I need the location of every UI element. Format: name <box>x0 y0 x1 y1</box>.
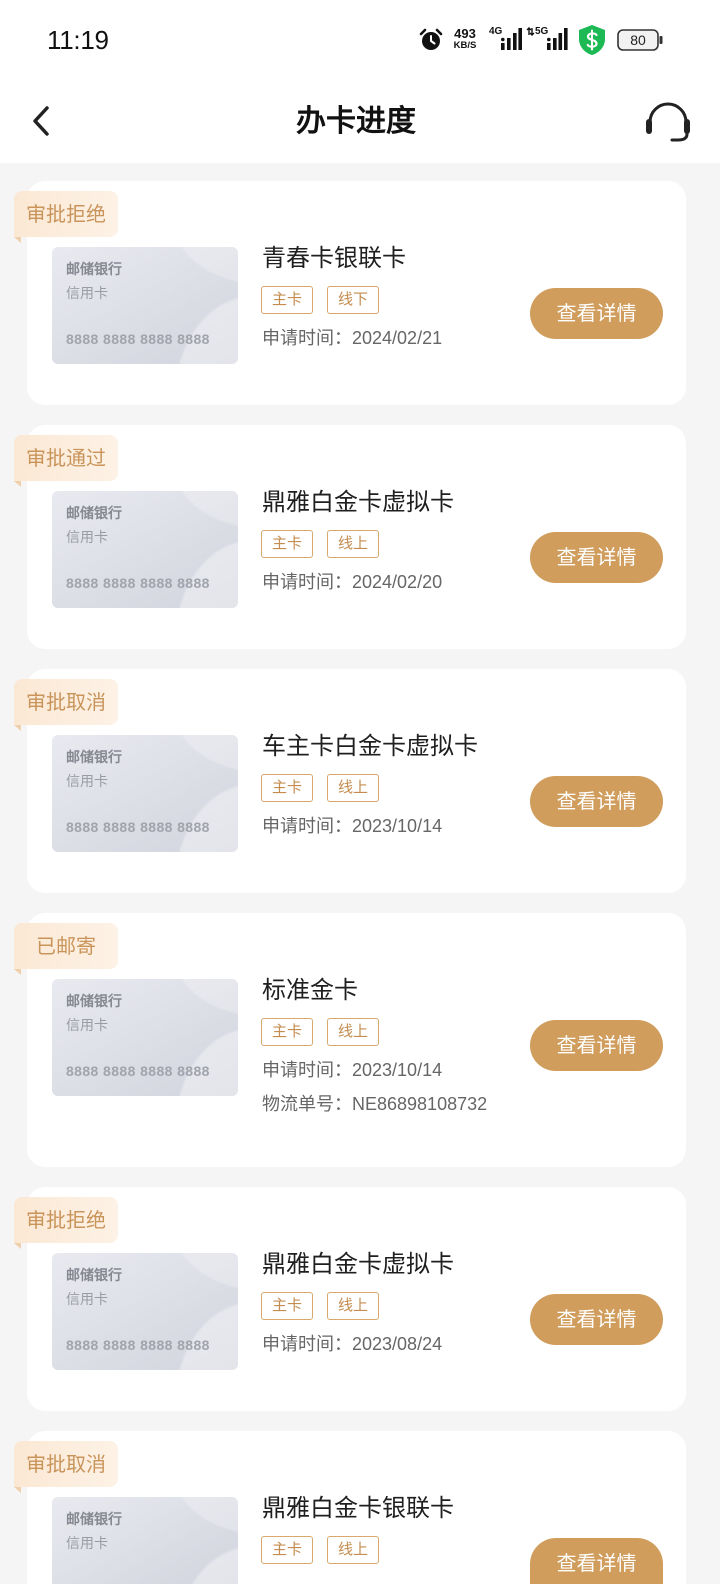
card-role-tag: 主卡 <box>261 530 313 558</box>
tracking-number: 物流单号：NE86898108732 <box>262 1092 487 1117</box>
alarm-clock-icon <box>419 28 443 50</box>
view-details-button[interactable]: 查看详情 <box>530 1538 663 1584</box>
apply-time-label: 申请时间： <box>262 1060 352 1081</box>
card-image-bank: 邮储银行 <box>66 994 122 1010</box>
card-image-number: 8888 8888 8888 8888 <box>66 575 210 591</box>
card-image-bank: 邮储银行 <box>66 1268 122 1284</box>
channel-tag: 线上 <box>327 774 379 802</box>
card-image: 邮储银行 信用卡 8888 8888 8888 8888 <box>52 735 238 852</box>
apply-time-value: 2023/08/24 <box>352 1334 443 1354</box>
network-speed: 493 KB/S <box>449 27 481 51</box>
card-image: 邮储银行 信用卡 8888 8888 8888 8888 <box>52 247 238 364</box>
apply-time-value: 2024/02/21 <box>352 328 443 348</box>
green-shield-dollar-icon <box>579 25 605 55</box>
apply-time-value: 2023/10/14 <box>352 1060 443 1080</box>
card-image-bank: 邮储银行 <box>66 506 122 522</box>
application-card[interactable]: 审批取消 邮储银行 信用卡 鼎雅白金卡银联卡 主卡 线上 查看详情 <box>14 1431 686 1584</box>
view-details-button[interactable]: 查看详情 <box>530 776 663 827</box>
view-details-button[interactable]: 查看详情 <box>530 288 663 339</box>
card-image-type: 信用卡 <box>66 286 108 302</box>
view-details-button[interactable]: 查看详情 <box>530 1020 663 1071</box>
cellular-signal-5g-icon <box>526 27 568 50</box>
apply-time-label: 申请时间： <box>262 816 352 837</box>
channel-tag: 线上 <box>327 530 379 558</box>
card-image: 邮储银行 信用卡 8888 8888 8888 8888 <box>52 979 238 1096</box>
card-product-name: 鼎雅白金卡银联卡 <box>262 1494 454 1522</box>
view-details-button[interactable]: 查看详情 <box>530 1294 663 1345</box>
apply-time-label: 申请时间： <box>262 572 352 593</box>
card-image-number: 8888 8888 8888 8888 <box>66 819 210 835</box>
card-image-type: 信用卡 <box>66 530 108 546</box>
channel-tag: 线上 <box>327 1292 379 1320</box>
card-image-number: 8888 8888 8888 8888 <box>66 1337 210 1353</box>
card-image-type: 信用卡 <box>66 1536 108 1552</box>
application-card[interactable]: 已邮寄 邮储银行 信用卡 8888 8888 8888 8888 标准金卡 主卡… <box>14 913 686 1167</box>
card-product-name: 鼎雅白金卡虚拟卡 <box>262 1250 454 1278</box>
card-product-name: 青春卡银联卡 <box>262 244 406 272</box>
card-role-tag: 主卡 <box>261 1536 313 1564</box>
application-list: 审批拒绝 邮储银行 信用卡 8888 8888 8888 8888 青春卡银联卡… <box>14 181 686 1584</box>
application-card[interactable]: 审批拒绝 邮储银行 信用卡 8888 8888 8888 8888 鼎雅白金卡虚… <box>14 1187 686 1411</box>
customer-service-headset-icon[interactable] <box>644 98 692 144</box>
card-image-type: 信用卡 <box>66 774 108 790</box>
apply-time-label: 申请时间： <box>262 1334 352 1355</box>
card-image-type: 信用卡 <box>66 1018 108 1034</box>
card-image-type: 信用卡 <box>66 1292 108 1308</box>
card-role-tag: 主卡 <box>261 1018 313 1046</box>
status-badge: 审批通过 <box>14 435 118 487</box>
card-role-tag: 主卡 <box>261 286 313 314</box>
application-card[interactable]: 审批拒绝 邮储银行 信用卡 8888 8888 8888 8888 青春卡银联卡… <box>14 181 686 405</box>
apply-time: 申请时间：2023/08/24 <box>262 1332 442 1357</box>
card-image: 邮储银行 信用卡 <box>52 1497 238 1584</box>
card-image-number: 8888 8888 8888 8888 <box>66 331 210 347</box>
apply-time-label: 申请时间： <box>262 328 352 349</box>
network-speed-value: 493 <box>454 26 476 41</box>
channel-tag: 线下 <box>327 286 379 314</box>
apply-time-value: 2023/10/14 <box>352 816 443 836</box>
card-product-name: 标准金卡 <box>262 976 358 1004</box>
status-badge: 已邮寄 <box>14 923 118 975</box>
application-card[interactable]: 审批取消 邮储银行 信用卡 8888 8888 8888 8888 车主卡白金卡… <box>14 669 686 893</box>
channel-tag: 线上 <box>327 1018 379 1046</box>
card-product-name: 车主卡白金卡虚拟卡 <box>262 732 478 760</box>
apply-time-value: 2024/02/20 <box>352 572 443 592</box>
page-title: 办卡进度 <box>296 104 416 139</box>
card-image: 邮储银行 信用卡 8888 8888 8888 8888 <box>52 491 238 608</box>
cellular-signal-icon <box>501 28 522 50</box>
card-image-bank: 邮储银行 <box>66 750 122 766</box>
apply-time: 申请时间：2023/10/14 <box>262 1058 442 1083</box>
channel-tag: 线上 <box>327 1536 379 1564</box>
view-details-button[interactable]: 查看详情 <box>530 532 663 583</box>
apply-time: 申请时间：2023/10/14 <box>262 814 442 839</box>
card-image-bank: 邮储银行 <box>66 262 122 278</box>
status-time: 11:19 <box>47 25 109 55</box>
network-speed-unit: KB/S <box>453 40 477 51</box>
apply-time: 申请时间：2024/02/20 <box>262 570 442 595</box>
status-badge: 审批取消 <box>14 679 118 731</box>
apply-time: 申请时间：2024/02/21 <box>262 326 442 351</box>
status-badge: 审批拒绝 <box>14 191 118 243</box>
card-role-tag: 主卡 <box>261 1292 313 1320</box>
status-badge: 审批拒绝 <box>14 1197 118 1249</box>
card-product-name: 鼎雅白金卡虚拟卡 <box>262 488 454 516</box>
status-badge: 审批取消 <box>14 1441 118 1493</box>
tracking-number-value: NE86898108732 <box>352 1094 488 1114</box>
app-screen: 11:19 493 KB/S 4G 5G 80 办卡进度 审批拒绝 邮储银行 信… <box>0 0 720 1584</box>
application-card[interactable]: 审批通过 邮储银行 信用卡 8888 8888 8888 8888 鼎雅白金卡虚… <box>14 425 686 649</box>
card-image-number: 8888 8888 8888 8888 <box>66 1063 210 1079</box>
card-image-bank: 邮储银行 <box>66 1512 122 1528</box>
tracking-number-label: 物流单号： <box>262 1094 352 1115</box>
card-role-tag: 主卡 <box>261 774 313 802</box>
card-image: 邮储银行 信用卡 8888 8888 8888 8888 <box>52 1253 238 1370</box>
battery-level: 80 <box>630 32 646 48</box>
